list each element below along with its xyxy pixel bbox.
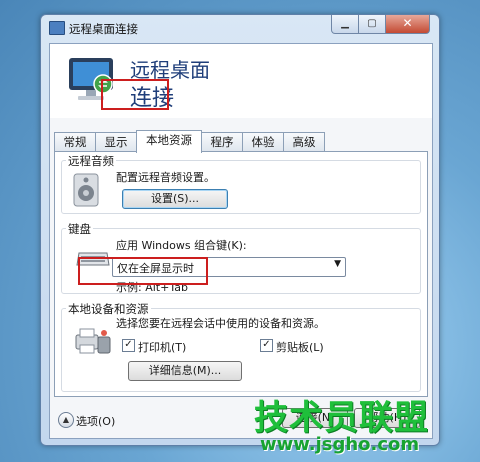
remote-desktop-icon: [69, 58, 113, 100]
title-bar[interactable]: 远程桌面连接 ▁ ▢ ✕: [41, 15, 439, 41]
remote-audio-group: 远程音频 配置远程音频设置。 设置(S)...: [61, 153, 421, 214]
keyboard-example: 示例: Alt+Tab: [116, 281, 188, 294]
tab-advanced[interactable]: 高级: [283, 132, 325, 151]
header-banner: 远程桌面 连接: [50, 44, 432, 118]
speaker-icon: [73, 173, 99, 207]
local-devices-group: 本地设备和资源 选择您要在远程会话中使用的设备和资源。 ✓ 打印机(T) ✓ 剪…: [61, 301, 421, 392]
tab-display[interactable]: 显示: [95, 132, 137, 151]
details-button[interactable]: 详细信息(M)...: [128, 361, 242, 381]
tab-experience[interactable]: 体验: [242, 132, 284, 151]
client-area: 远程桌面 连接 常规 显示 本地资源 程序 体验 高级 远程音频 配置远程音频设…: [49, 43, 433, 439]
watermark: 技术员联盟 www.jsgho.com: [250, 388, 480, 462]
local-resources-panel: 远程音频 配置远程音频设置。 设置(S)... 键盘 应用 Windows 组合…: [54, 151, 428, 397]
keyboard-icon: [76, 252, 110, 266]
printers-checkbox[interactable]: ✓: [122, 339, 135, 352]
rdp-window: 远程桌面连接 ▁ ▢ ✕ 远程桌面 连接 常规 显示 本地资源 程序 体验 高级: [40, 14, 440, 446]
tab-programs[interactable]: 程序: [201, 132, 243, 151]
clipboard-label[interactable]: 剪贴板(L): [276, 339, 324, 355]
windows-keys-select[interactable]: 仅在全屏显示时 ▼: [112, 257, 346, 277]
options-label[interactable]: 选项(O): [76, 413, 115, 429]
devices-icon: [75, 328, 111, 354]
keyboard-group: 键盘 应用 Windows 组合键(K): 仅在全屏显示时 ▼ 示例: Alt+…: [61, 221, 421, 294]
clipboard-checkbox[interactable]: ✓: [260, 339, 273, 352]
maximize-button[interactable]: ▢: [358, 15, 386, 34]
tab-strip: 常规 显示 本地资源 程序 体验 高级: [54, 130, 428, 153]
keyboard-description: 应用 Windows 组合键(K):: [116, 239, 247, 252]
tab-local-resources[interactable]: 本地资源: [136, 130, 202, 153]
chevron-down-icon: ▼: [334, 259, 341, 269]
header-title: 远程桌面: [130, 58, 210, 82]
close-button[interactable]: ✕: [385, 15, 430, 34]
header-subtitle: 连接: [130, 86, 175, 111]
chevron-up-icon[interactable]: ▲: [58, 412, 74, 428]
audio-description: 配置远程音频设置。: [116, 171, 215, 184]
devices-description: 选择您要在远程会话中使用的设备和资源。: [116, 317, 325, 330]
watermark-url: www.jsgho.com: [260, 434, 420, 455]
app-icon: [49, 21, 65, 35]
window-title: 远程桌面连接: [69, 22, 138, 36]
minimize-button[interactable]: ▁: [331, 15, 359, 34]
remote-audio-title: 远程音频: [66, 153, 116, 169]
keyboard-title: 键盘: [66, 221, 93, 237]
windows-keys-selected: 仅在全屏显示时: [117, 262, 194, 275]
audio-settings-button[interactable]: 设置(S)...: [122, 189, 228, 209]
tab-general[interactable]: 常规: [54, 132, 96, 151]
printers-label[interactable]: 打印机(T): [138, 339, 186, 355]
watermark-text: 技术员联盟: [254, 398, 429, 438]
